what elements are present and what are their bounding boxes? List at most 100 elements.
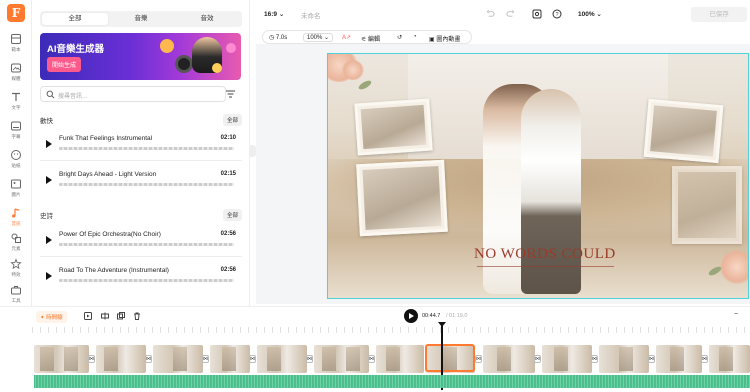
video-clip[interactable] — [656, 345, 702, 373]
undo-icon[interactable] — [486, 9, 495, 18]
screenshot-icon[interactable] — [532, 9, 542, 19]
transition-icon[interactable]: ⋈ — [534, 355, 541, 363]
ai-music-banner[interactable]: AI音樂生成器 開始生成 — [40, 33, 241, 80]
elements-icon — [11, 233, 21, 243]
track-item[interactable]: Bright Days Ahead - Light Version 02:15 — [40, 164, 242, 194]
speed-icon[interactable]: ◔ — [413, 34, 417, 40]
ai-edit-icon[interactable]: A↗ — [342, 34, 351, 41]
track-duration: 02:10 — [220, 135, 236, 141]
video-clip[interactable] — [257, 345, 307, 373]
rail-item-effects[interactable]: 特效 — [0, 258, 32, 284]
rotate-icon[interactable]: ↺ — [397, 34, 402, 41]
video-clip[interactable] — [96, 345, 146, 373]
canvas-title-text[interactable]: NO WORDS COULD — [474, 246, 616, 263]
section-all-button[interactable]: 全部 — [223, 114, 243, 126]
tab-music[interactable]: 音樂 — [108, 13, 174, 25]
transition-icon[interactable]: ⋈ — [88, 355, 95, 363]
help-icon[interactable]: ? — [552, 9, 562, 19]
rail-item-text[interactable]: 文字 — [0, 91, 32, 117]
image-icon — [11, 179, 21, 189]
duplicate-icon[interactable] — [117, 312, 125, 320]
search-placeholder: 搜尋音訊... — [58, 94, 88, 100]
transition-icon[interactable]: ⋈ — [249, 355, 256, 363]
rail-item-label: 文字 — [11, 105, 21, 110]
clip-thumbnail — [322, 347, 336, 371]
transition-icon[interactable]: ⋈ — [475, 355, 482, 363]
current-time: 00:44.7 — [422, 313, 441, 319]
subtitle-icon — [11, 121, 21, 131]
rail-item-label: 元素 — [11, 246, 21, 251]
clip-thumbnail — [670, 347, 684, 371]
play-clip-icon[interactable] — [84, 312, 92, 320]
start-generate-button[interactable]: 開始生成 — [47, 57, 82, 72]
transition-icon[interactable]: ⋈ — [368, 355, 375, 363]
video-clip[interactable] — [709, 345, 750, 373]
edit-button[interactable]: ⚟ 編輯 — [361, 34, 380, 43]
filter-icon[interactable] — [225, 89, 236, 99]
transition-icon[interactable]: ⋈ — [145, 355, 152, 363]
transition-icon[interactable]: ⋈ — [701, 355, 708, 363]
timeline-button[interactable]: ✦ 時間線 — [36, 311, 67, 323]
timeline-ruler[interactable] — [32, 327, 750, 333]
photo — [360, 104, 427, 150]
transition-icon[interactable]: ⋈ — [306, 355, 313, 363]
rail-item-media[interactable]: 媒體 — [0, 62, 32, 88]
video-clip[interactable] — [34, 345, 89, 373]
video-clip[interactable] — [542, 345, 592, 373]
library-tabs: 全部 音樂 音效 — [40, 11, 242, 27]
photo-frame — [356, 159, 448, 237]
play-button[interactable] — [404, 309, 418, 323]
track-item[interactable]: Funk That Feelings Instrumental 02:10 — [40, 128, 242, 158]
rail-item-subtitle[interactable]: 字幕 — [0, 120, 32, 146]
delete-icon[interactable] — [133, 312, 141, 320]
section-all-button[interactable]: 全部 — [223, 209, 243, 221]
rail-item-template[interactable]: 範本 — [0, 33, 32, 59]
play-icon[interactable] — [46, 272, 52, 280]
selected-clip-outline[interactable] — [425, 344, 475, 372]
search-input[interactable]: 搜尋音訊... — [40, 86, 226, 102]
video-clip[interactable] — [599, 345, 649, 373]
animation-button[interactable]: ▣ 圖內動畫 — [429, 34, 460, 43]
video-clip[interactable] — [483, 345, 535, 373]
zoom-select[interactable]: 100% ⌄ — [578, 10, 602, 18]
audio-track[interactable] — [34, 375, 750, 388]
zoom-out-icon[interactable]: − — [734, 311, 738, 318]
total-time: / 01:19.0 — [446, 313, 468, 319]
tab-sound-effects[interactable]: 音效 — [174, 13, 240, 25]
rail-item-music[interactable]: 音訊 — [0, 207, 32, 233]
transition-icon[interactable]: ⋈ — [648, 355, 655, 363]
aspect-ratio-select[interactable]: 16:9 ⌄ — [264, 10, 284, 18]
clip-zoom-select[interactable]: 100% ⌄ — [303, 33, 334, 42]
play-icon[interactable] — [46, 236, 52, 244]
tab-all[interactable]: 全部 — [42, 13, 108, 25]
export-button[interactable]: 已保存 — [691, 7, 747, 22]
video-clip[interactable] — [314, 345, 369, 373]
project-name[interactable]: 未命名 — [301, 10, 321, 20]
video-clip[interactable] — [153, 345, 203, 373]
rail-item-label: 範本 — [11, 47, 21, 52]
play-icon[interactable] — [46, 176, 52, 184]
track-item[interactable]: Power Of Epic Orchestra(No Choir) 02:56 — [40, 224, 242, 254]
video-clip[interactable] — [210, 345, 250, 373]
rail-item-sticker[interactable]: 貼紙 — [0, 149, 32, 175]
rail-item-elements[interactable]: 元素 — [0, 232, 32, 258]
sticker-icon — [11, 150, 21, 160]
banner-title: AI音樂生成器 — [47, 44, 105, 55]
transition-icon[interactable]: ⋈ — [202, 355, 209, 363]
rail-item-label: 媒體 — [11, 76, 21, 81]
video-clip[interactable] — [376, 345, 424, 373]
duration-button[interactable]: ◷ 7.0s — [269, 34, 287, 41]
split-icon[interactable] — [101, 312, 109, 320]
play-icon[interactable] — [46, 140, 52, 148]
rail-item-image[interactable]: 圖片 — [0, 178, 32, 204]
edit-label: 編輯 — [368, 37, 381, 43]
audio-waveform — [34, 375, 750, 388]
video-canvas[interactable]: NO WORDS COULD — [327, 53, 749, 299]
track-item[interactable]: Road To The Adventure (Instrumental) 02:… — [40, 260, 242, 290]
transition-icon[interactable]: ⋈ — [591, 355, 598, 363]
clip-thumbnail — [619, 347, 633, 371]
video-track[interactable]: ⋈ ⋈ ⋈ ⋈ ⋈ ⋈ ⋈ ⋈ ⋈ ⋈ ⋈ — [34, 345, 750, 373]
app-logo[interactable]: F — [7, 4, 25, 22]
redo-icon[interactable] — [506, 9, 515, 18]
rail-item-label: 工具 — [11, 298, 21, 303]
